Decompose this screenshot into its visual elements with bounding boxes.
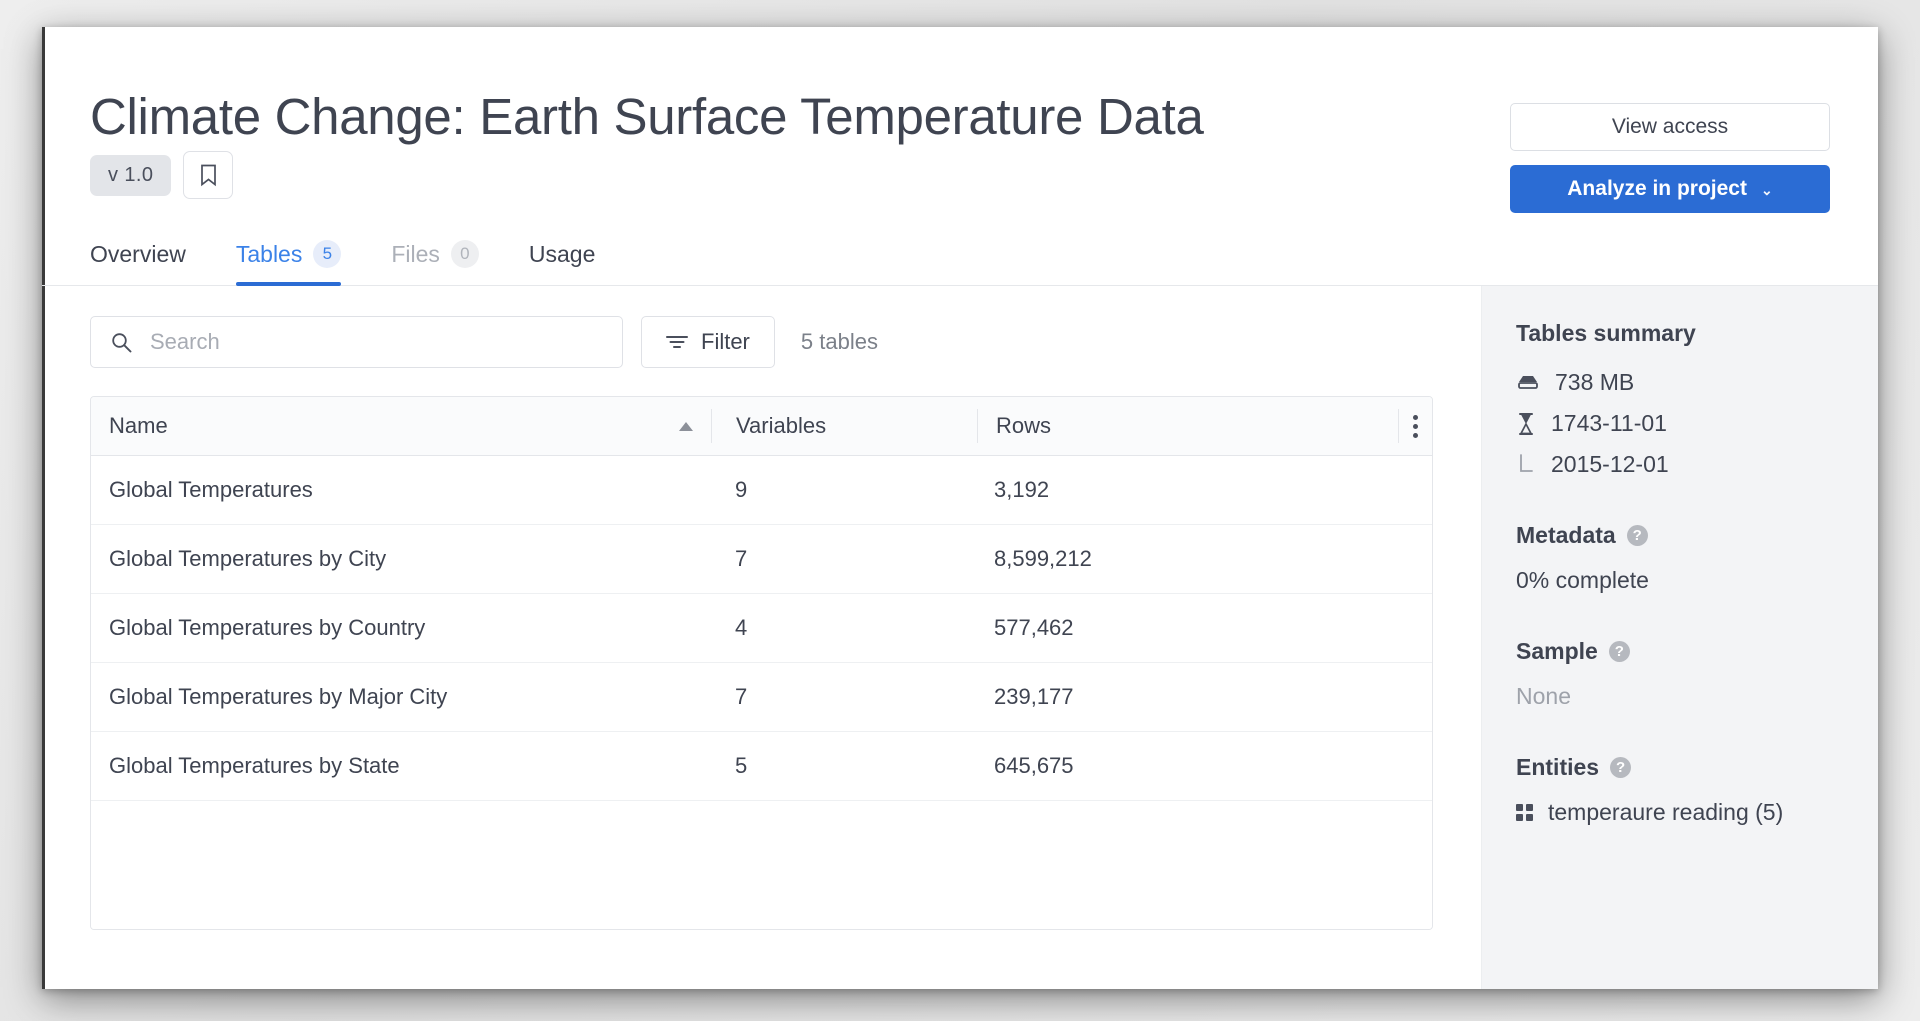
hourglass-icon — [1516, 412, 1536, 436]
header-actions: View access Analyze in project ⌄ — [1510, 103, 1830, 213]
cell-rows: 645,675 — [994, 753, 1074, 778]
column-header-variables-label: Variables — [736, 413, 827, 438]
tab-overview[interactable]: Overview — [90, 241, 211, 285]
search-box[interactable] — [90, 316, 623, 368]
tab-tables-label: Tables — [235, 240, 303, 267]
tables-toolbar: Filter 5 tables — [90, 316, 1433, 368]
branch-end-icon — [1516, 453, 1536, 477]
sample-section: Sample ? None — [1516, 638, 1878, 710]
sort-ascending-icon — [679, 421, 693, 431]
table-options-button[interactable] — [1399, 414, 1432, 438]
analyze-in-project-label: Analyze in project — [1567, 177, 1747, 200]
help-icon[interactable]: ? — [1610, 757, 1632, 778]
cell-variables: 9 — [735, 477, 748, 502]
cell-name: Global Temperatures — [109, 477, 313, 502]
summary-end-date-value: 2015-12-01 — [1551, 451, 1669, 477]
sample-value: None — [1516, 683, 1571, 709]
entities-value: temperaure reading (5) — [1548, 799, 1784, 825]
tab-files-label: Files — [391, 240, 440, 267]
search-icon — [112, 332, 132, 352]
column-header-variables[interactable]: Variables — [712, 413, 977, 439]
analyze-in-project-button[interactable]: Analyze in project ⌄ — [1510, 165, 1830, 213]
tab-files-count: 0 — [450, 240, 479, 268]
column-header-rows-label: Rows — [996, 413, 1052, 438]
bookmark-icon — [201, 164, 216, 186]
help-icon[interactable]: ? — [1608, 641, 1630, 662]
content-area: Filter 5 tables Name Variables — [42, 286, 1878, 989]
tables-pane: Filter 5 tables Name Variables — [42, 286, 1481, 989]
cell-variables: 7 — [735, 684, 748, 709]
filter-label: Filter — [701, 329, 750, 354]
cell-name: Global Temperatures by City — [109, 546, 387, 571]
entities-item[interactable]: temperaure reading (5) — [1516, 799, 1878, 826]
cell-variables: 4 — [735, 615, 748, 640]
cell-name: Global Temperatures by Major City — [109, 684, 448, 709]
more-options-icon — [1413, 414, 1418, 438]
cell-name: Global Temperatures by State — [109, 753, 400, 778]
help-icon[interactable]: ? — [1626, 525, 1648, 546]
column-header-name-label: Name — [109, 413, 168, 438]
table-header-row: Name Variables Rows — [91, 397, 1432, 456]
summary-start-date-row: 1743-11-01 — [1516, 410, 1878, 437]
entities-title-row: Entities ? — [1516, 754, 1878, 781]
metadata-title: Metadata — [1516, 522, 1616, 548]
filter-button[interactable]: Filter — [641, 316, 775, 368]
tab-usage[interactable]: Usage — [504, 241, 620, 285]
table-row[interactable]: Global Temperatures by City 7 8,599,212 — [91, 525, 1432, 594]
column-header-name[interactable]: Name — [91, 413, 711, 439]
version-badge: v 1.0 — [90, 154, 172, 196]
metadata-section: Metadata ? 0% complete — [1516, 522, 1878, 594]
screen-background: Climate Change: Earth Surface Temperatur… — [0, 0, 1920, 1021]
tables-list: Name Variables Rows Global Temperatures … — [90, 396, 1433, 930]
summary-size-value: 738 MB — [1555, 369, 1635, 395]
bookmark-button[interactable] — [183, 151, 234, 199]
metadata-title-row: Metadata ? — [1516, 522, 1878, 549]
tab-files[interactable]: Files 0 — [366, 240, 504, 285]
tables-count-label: 5 tables — [800, 329, 878, 354]
grid-icon — [1516, 804, 1533, 821]
database-icon — [1516, 373, 1540, 393]
table-row[interactable]: Global Temperatures by Major City 7 239,… — [91, 663, 1432, 732]
summary-end-date-row: 2015-12-01 — [1516, 451, 1878, 478]
cell-name: Global Temperatures by Country — [109, 615, 426, 640]
filter-icon — [666, 336, 688, 348]
page-header: Climate Change: Earth Surface Temperatur… — [42, 27, 1878, 227]
cell-rows: 577,462 — [994, 615, 1074, 640]
entities-section: Entities ? temperaure reading (5) — [1516, 754, 1878, 826]
table-row[interactable]: Global Temperatures by Country 4 577,462 — [91, 594, 1432, 663]
metadata-value: 0% complete — [1516, 567, 1649, 593]
page-title: Climate Change: Earth Surface Temperatur… — [90, 88, 1204, 145]
sample-title: Sample — [1516, 638, 1598, 664]
tab-tables-count: 5 — [313, 240, 342, 268]
cell-rows: 8,599,212 — [994, 546, 1092, 571]
cell-rows: 3,192 — [994, 477, 1050, 502]
cell-rows: 239,177 — [994, 684, 1074, 709]
entities-title: Entities — [1516, 754, 1600, 780]
cell-variables: 5 — [735, 753, 748, 778]
view-access-button[interactable]: View access — [1510, 103, 1830, 151]
tab-usage-label: Usage — [528, 241, 596, 267]
cell-variables: 7 — [735, 546, 748, 571]
tables-summary-title: Tables summary — [1516, 320, 1696, 346]
app-window: Climate Change: Earth Surface Temperatur… — [42, 27, 1878, 989]
chevron-down-icon: ⌄ — [1760, 181, 1773, 198]
summary-start-date-value: 1743-11-01 — [1551, 410, 1667, 436]
table-empty-area — [91, 801, 1432, 929]
tab-overview-label: Overview — [90, 241, 186, 267]
summary-sidebar: Tables summary 738 MB 1743-11-01 2015-12… — [1481, 286, 1878, 989]
summary-size-row: 738 MB — [1516, 369, 1878, 396]
search-input[interactable] — [148, 328, 592, 356]
tab-bar: Overview Tables 5 Files 0 Usage — [42, 227, 1878, 286]
table-row[interactable]: Global Temperatures by State 5 645,675 — [91, 732, 1432, 801]
sample-title-row: Sample ? — [1516, 638, 1878, 665]
title-wrap: Climate Change: Earth Surface Temperatur… — [90, 77, 1320, 205]
table-row[interactable]: Global Temperatures 9 3,192 — [91, 456, 1432, 525]
tab-tables[interactable]: Tables 5 — [211, 240, 366, 286]
column-header-rows[interactable]: Rows — [978, 413, 1398, 439]
title-adornments: v 1.0 — [90, 151, 234, 199]
